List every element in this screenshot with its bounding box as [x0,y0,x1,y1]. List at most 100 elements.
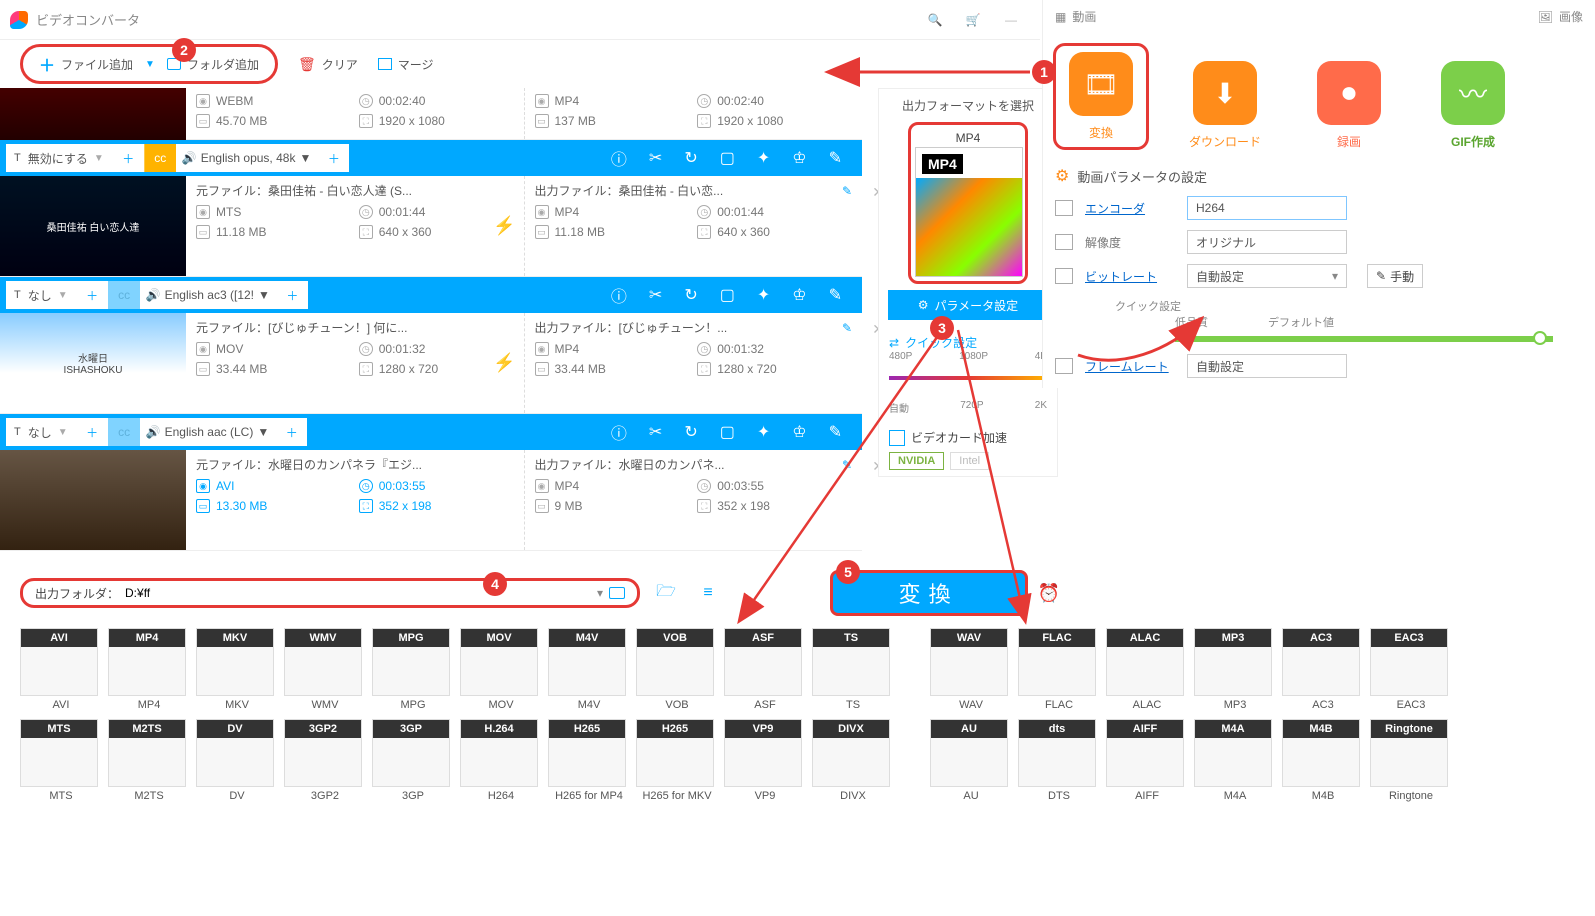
format-cell[interactable]: AUAU [930,719,1012,802]
add-audio-button[interactable]: ＋ [275,418,307,446]
edit-icon[interactable]: ✎ [829,285,842,305]
format-cell[interactable]: dtsDTS [1018,719,1100,802]
convert-button[interactable]: 変換 [830,570,1028,616]
effect-icon[interactable]: ✦ [757,148,770,168]
format-cell[interactable]: TSTS [812,628,894,711]
tab-video[interactable]: ▦ 動画 [1055,8,1096,25]
mode-download[interactable]: ⬇ダウンロード [1177,61,1273,150]
format-cell[interactable]: WAVWAV [930,628,1012,711]
add-subtitle-button[interactable]: ＋ [76,281,108,309]
add-audio-button[interactable]: ＋ [317,144,349,172]
format-cell[interactable]: MKVMKV [196,628,278,711]
format-cell[interactable]: H.264H264 [460,719,542,802]
bitrate-select[interactable]: 自動設定▾ [1187,264,1347,288]
parameter-settings-button[interactable]: ⚙ パラメータ設定 [888,290,1048,320]
format-cell[interactable]: VOBVOB [636,628,718,711]
format-cell[interactable]: VP9VP9 [724,719,806,802]
format-cell[interactable]: MPGMPG [372,628,454,711]
cut-icon[interactable]: ✂ [649,285,662,305]
format-cell[interactable]: MP3MP3 [1194,628,1276,711]
intel-button[interactable]: Intel [950,452,989,470]
list-button[interactable]: ≡ [692,579,724,607]
thumbnail[interactable] [0,450,186,550]
audio-track-select[interactable]: 🔊 English aac (LC)▼ [140,418,276,446]
edit-icon[interactable]: ✎ [829,422,842,442]
format-cell[interactable]: H265H265 for MKV [636,719,718,802]
crop-icon[interactable]: ▢ [720,148,735,168]
add-audio-button[interactable]: ＋ [276,281,308,309]
format-cell[interactable]: RingtoneRingtone [1370,719,1452,802]
format-cell[interactable]: 3GP3GP [372,719,454,802]
framerate-label[interactable]: フレームレート [1085,358,1175,375]
format-cell[interactable]: DIVXDIVX [812,719,894,802]
encoder-label[interactable]: エンコーダ [1085,200,1175,217]
format-cell[interactable]: M4BM4B [1282,719,1364,802]
cc-button[interactable]: cc [144,144,176,172]
browse-folder-icon[interactable] [609,587,625,599]
edit-name-icon[interactable]: ✎ [842,321,852,335]
format-cell[interactable]: ALACALAC [1106,628,1188,711]
format-cell[interactable]: 3GP23GP2 [284,719,366,802]
format-cell[interactable]: MTSMTS [20,719,102,802]
format-cell[interactable]: ASFASF [724,628,806,711]
mode-record[interactable]: ⏺録画 [1301,61,1397,150]
watermark-icon[interactable]: ♔ [792,285,806,305]
crop-icon[interactable]: ▢ [720,285,735,305]
output-folder-input[interactable] [125,586,591,600]
add-subtitle-button[interactable]: ＋ [112,144,144,172]
format-cell[interactable]: AIFFAIFF [1106,719,1188,802]
add-file-caret-icon[interactable]: ▼ [145,59,155,70]
format-cell[interactable]: WMVWMV [284,628,366,711]
format-cell[interactable]: EAC3EAC3 [1370,628,1452,711]
thumbnail[interactable] [0,88,186,140]
subtitle-select[interactable]: Tなし▼ [6,418,76,446]
format-cell[interactable]: MOVMOV [460,628,542,711]
format-cell[interactable]: MP4MP4 [108,628,190,711]
thumbnail[interactable]: 水曜日ISHASHOKU [0,313,186,413]
watermark-icon[interactable]: ♔ [792,422,806,442]
nvidia-button[interactable]: NVIDIA [889,452,944,470]
rotate-icon[interactable]: ↻ [684,422,697,442]
watermark-icon[interactable]: ♔ [792,148,806,168]
bitrate-label[interactable]: ビットレート [1085,268,1175,285]
encoder-select[interactable]: H264 [1187,196,1347,220]
effect-icon[interactable]: ✦ [757,422,770,442]
framerate-select[interactable]: 自動設定 [1187,354,1347,378]
resolution-select[interactable]: オリジナル [1187,230,1347,254]
format-cell[interactable]: M2TSM2TS [108,719,190,802]
quality-slider[interactable] [889,370,1047,400]
edit-icon[interactable]: ✎ [829,148,842,168]
cc-button[interactable]: cc [108,418,140,446]
cc-button[interactable]: cc [108,281,140,309]
open-folder-button[interactable]: 🗁 [650,579,682,607]
audio-track-select[interactable]: 🔊 English opus, 48k▼ [176,144,318,172]
format-cell[interactable]: AC3AC3 [1282,628,1364,711]
minimize-icon[interactable]: — [996,5,1026,35]
add-subtitle-button[interactable]: ＋ [76,418,108,446]
selected-format-box[interactable]: MP4 MP4 [908,122,1028,284]
format-cell[interactable]: M4AM4A [1194,719,1276,802]
effect-icon[interactable]: ✦ [757,285,770,305]
edit-name-icon[interactable]: ✎ [842,184,852,198]
format-cell[interactable]: DVDV [196,719,278,802]
info-icon[interactable]: ⓘ [611,283,627,307]
tab-image[interactable]: 🖼 画像 [1538,8,1583,25]
format-cell[interactable]: AVIAVI [20,628,102,711]
format-cell[interactable]: FLACFLAC [1018,628,1100,711]
merge-button[interactable]: マージ [378,56,434,73]
rotate-icon[interactable]: ↻ [684,148,697,168]
add-file-button[interactable]: ＋ ファイル追加 [39,52,133,76]
thumbnail[interactable]: 桑田佳祐 白い恋人達 [0,176,186,276]
audio-track-select[interactable]: 🔊 English ac3 ([12!▼ [140,281,276,309]
mode-gif[interactable]: 〰GIF作成 [1425,61,1521,150]
mode-convert[interactable]: 🎞変換 [1053,43,1149,150]
slider-knob-icon[interactable] [1533,331,1547,345]
cart-icon[interactable]: 🛒 [958,5,988,35]
info-icon[interactable]: ⓘ [611,146,627,170]
cut-icon[interactable]: ✂ [649,422,662,442]
search-icon[interactable]: 🔍 [920,5,950,35]
crop-icon[interactable]: ▢ [720,422,735,442]
rotate-icon[interactable]: ↻ [684,285,697,305]
edit-name-icon[interactable]: ✎ [842,458,852,472]
format-cell[interactable]: M4VM4V [548,628,630,711]
